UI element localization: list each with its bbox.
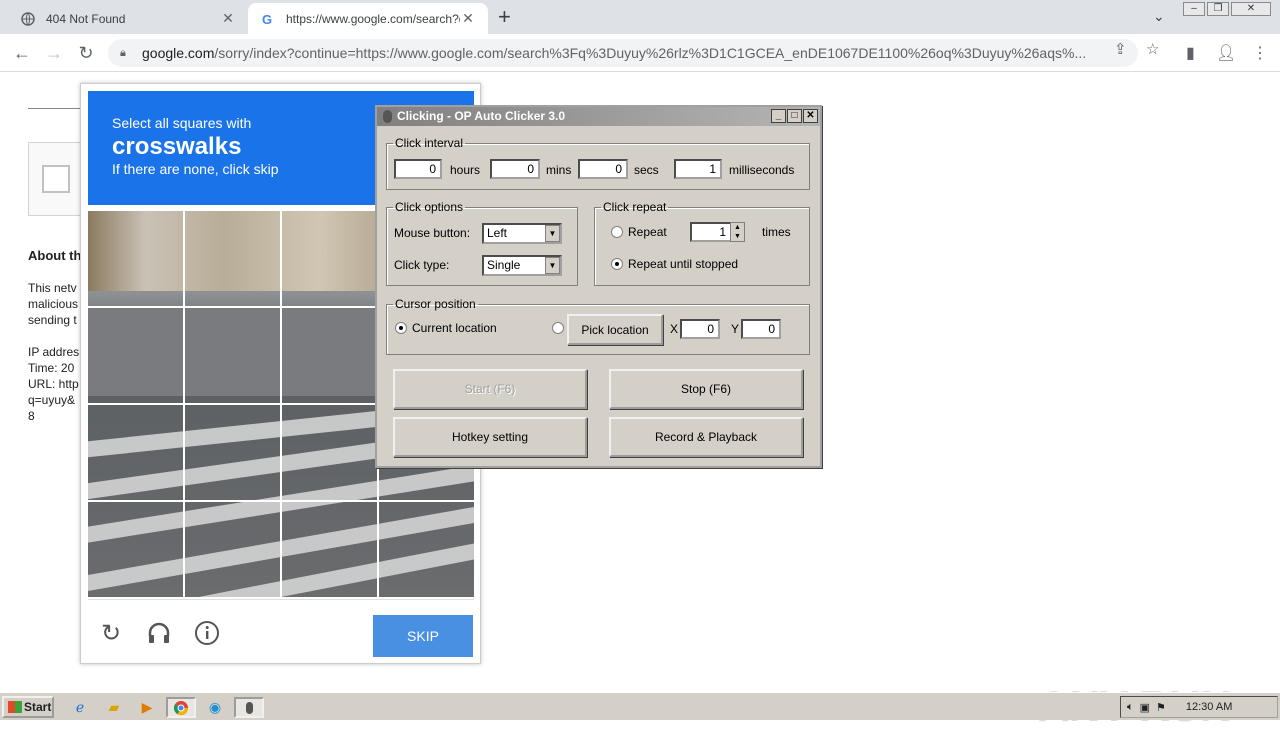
window-title: Clicking - OP Auto Clicker 3.0 — [397, 109, 566, 123]
tab-strip: 404 Not Found ✕ G https://www.google.com… — [0, 0, 1280, 34]
start-button[interactable]: Start (F6) — [393, 369, 587, 409]
mouse-button-select[interactable]: Left ▼ — [482, 223, 562, 244]
x-label: X — [670, 322, 679, 336]
pick-location-radio[interactable] — [552, 322, 564, 334]
divider — [28, 108, 88, 109]
chrome-icon[interactable] — [166, 697, 196, 718]
milliseconds-label: milliseconds — [729, 163, 795, 177]
times-label: times — [762, 225, 791, 239]
y-label: Y — [731, 322, 740, 336]
skip-button[interactable]: SKIP — [373, 615, 473, 657]
group-legend: Click repeat — [603, 200, 667, 214]
current-location-label: Current location — [412, 321, 497, 335]
recaptcha-checkbox-box — [28, 142, 88, 216]
chevron-down-icon[interactable]: ▼ — [545, 225, 560, 242]
headphones-icon[interactable] — [145, 620, 173, 648]
pick-location-button[interactable]: Pick location — [567, 314, 663, 345]
speaker-icon[interactable]: 🔈︎ — [1127, 701, 1134, 714]
start-button[interactable]: Start — [2, 696, 54, 718]
about-heading: About th — [28, 248, 82, 263]
internet-explorer-icon[interactable]: ℯ — [68, 697, 92, 718]
body-text: This netv malicious sending t IP addres … — [28, 281, 80, 423]
system-tray: 🔈︎ ▣ ⚑ 12:30 AM — [1120, 696, 1278, 718]
click-repeat-group: Click repeat — [594, 200, 810, 286]
lock-icon: 🔒︎ — [120, 46, 126, 59]
secs-input[interactable]: 0 — [578, 159, 628, 179]
hours-input[interactable]: 0 — [394, 159, 442, 179]
close-button[interactable]: ✕ — [803, 109, 818, 123]
close-window-button[interactable]: ✕ — [1231, 2, 1271, 16]
group-legend: Click interval — [395, 136, 464, 150]
google-icon: G — [260, 11, 276, 27]
forward-arrow-icon[interactable]: → — [44, 43, 64, 63]
tab-google[interactable]: G https://www.google.com/search?q= ✕ — [248, 3, 488, 34]
repeat-label: Repeat — [628, 225, 667, 239]
auto-clicker-taskbar-icon[interactable] — [234, 697, 264, 718]
close-icon[interactable]: ✕ — [460, 10, 476, 27]
window-controls: – ❐ ✕ — [1183, 2, 1271, 16]
y-coordinate-input[interactable]: 0 — [741, 319, 781, 339]
secs-label: secs — [634, 163, 659, 177]
x-coordinate-input[interactable]: 0 — [680, 319, 720, 339]
new-tab-button[interactable]: + — [498, 6, 511, 28]
close-icon[interactable]: ✕ — [220, 10, 236, 27]
hotkey-setting-button[interactable]: Hotkey setting — [393, 417, 587, 457]
star-icon[interactable]: ☆ — [1146, 40, 1159, 58]
clock: 12:30 AM — [1185, 701, 1233, 713]
address-bar[interactable]: 🔒︎ google.com/sorry/index?continue=https… — [108, 39, 1138, 67]
milliseconds-input[interactable]: 1 — [674, 159, 722, 179]
reload-icon[interactable]: ↻ — [97, 620, 125, 648]
info-icon[interactable] — [193, 620, 221, 648]
record-playback-button[interactable]: Record & Playback — [609, 417, 803, 457]
folder-icon[interactable]: ▰ — [102, 697, 126, 718]
window-title-bar[interactable]: Clicking - OP Auto Clicker 3.0 _ □ ✕ — [377, 107, 820, 126]
minimize-button[interactable]: – — [1183, 2, 1205, 16]
chevron-down-icon[interactable]: ▼ — [545, 257, 560, 274]
windows-logo-icon — [8, 701, 22, 713]
share-icon[interactable]: ⇪ — [1114, 40, 1127, 58]
mins-input[interactable]: 0 — [490, 159, 540, 179]
mouse-icon — [383, 110, 392, 123]
repeat-count-input[interactable]: 1 — [690, 222, 732, 242]
restore-button[interactable]: ❐ — [1207, 2, 1229, 16]
auto-clicker-window: Clicking - OP Auto Clicker 3.0 _ □ ✕ Cli… — [375, 105, 822, 468]
minimize-button[interactable]: _ — [771, 109, 786, 123]
network-icon[interactable]: ▣ — [1140, 701, 1150, 714]
svg-text:G: G — [262, 12, 272, 26]
flag-icon[interactable]: ⚑ — [1156, 701, 1166, 714]
tab-title: 404 Not Found — [46, 11, 126, 26]
edge-icon[interactable]: ◉ — [203, 697, 227, 718]
challenge-footer: ↻ SKIP — [88, 599, 474, 661]
mouse-button-label: Mouse button: — [394, 226, 471, 240]
media-player-icon[interactable]: ▶ — [135, 697, 159, 718]
tab-title: https://www.google.com/search?q= — [286, 11, 460, 26]
hours-label: hours — [450, 163, 481, 177]
globe-icon — [20, 11, 36, 27]
profile-icon[interactable]: 👤︎ — [1216, 43, 1236, 63]
browser-toolbar: ← → ↻ 🔒︎ google.com/sorry/index?continue… — [0, 34, 1280, 72]
stop-button[interactable]: Stop (F6) — [609, 369, 803, 409]
maximize-button[interactable]: □ — [787, 109, 802, 123]
side-panel-icon[interactable]: ▮ — [1186, 43, 1195, 63]
menu-dots-icon[interactable]: ⋮ — [1252, 43, 1268, 63]
click-type-select[interactable]: Single ▼ — [482, 255, 562, 276]
group-legend: Click options — [395, 200, 464, 214]
window-buttons: _ □ ✕ — [771, 109, 818, 123]
repeat-until-stopped-label: Repeat until stopped — [628, 257, 739, 271]
reload-icon[interactable]: ↻ — [76, 43, 96, 63]
mins-label: mins — [546, 163, 572, 177]
current-location-radio[interactable] — [395, 322, 407, 334]
repeat-radio[interactable] — [611, 226, 623, 238]
grid-line — [88, 500, 474, 502]
repeat-spinner[interactable]: ▲ ▼ — [730, 222, 745, 242]
click-type-label: Click type: — [394, 258, 450, 272]
taskbar: Start ℯ ▰ ▶ ◉ 🔈︎ ▣ ⚑ 12:30 AM — [0, 692, 1280, 720]
url-text: google.com/sorry/index?continue=https://… — [142, 45, 1087, 61]
repeat-until-stopped-radio[interactable] — [611, 258, 623, 270]
tab-404[interactable]: 404 Not Found ✕ — [8, 3, 248, 34]
back-arrow-icon[interactable]: ← — [12, 43, 32, 63]
group-legend: Cursor position — [395, 297, 476, 311]
recaptcha-checkbox[interactable] — [42, 165, 70, 193]
chevron-down-icon[interactable]: ⌄ — [1153, 8, 1165, 25]
